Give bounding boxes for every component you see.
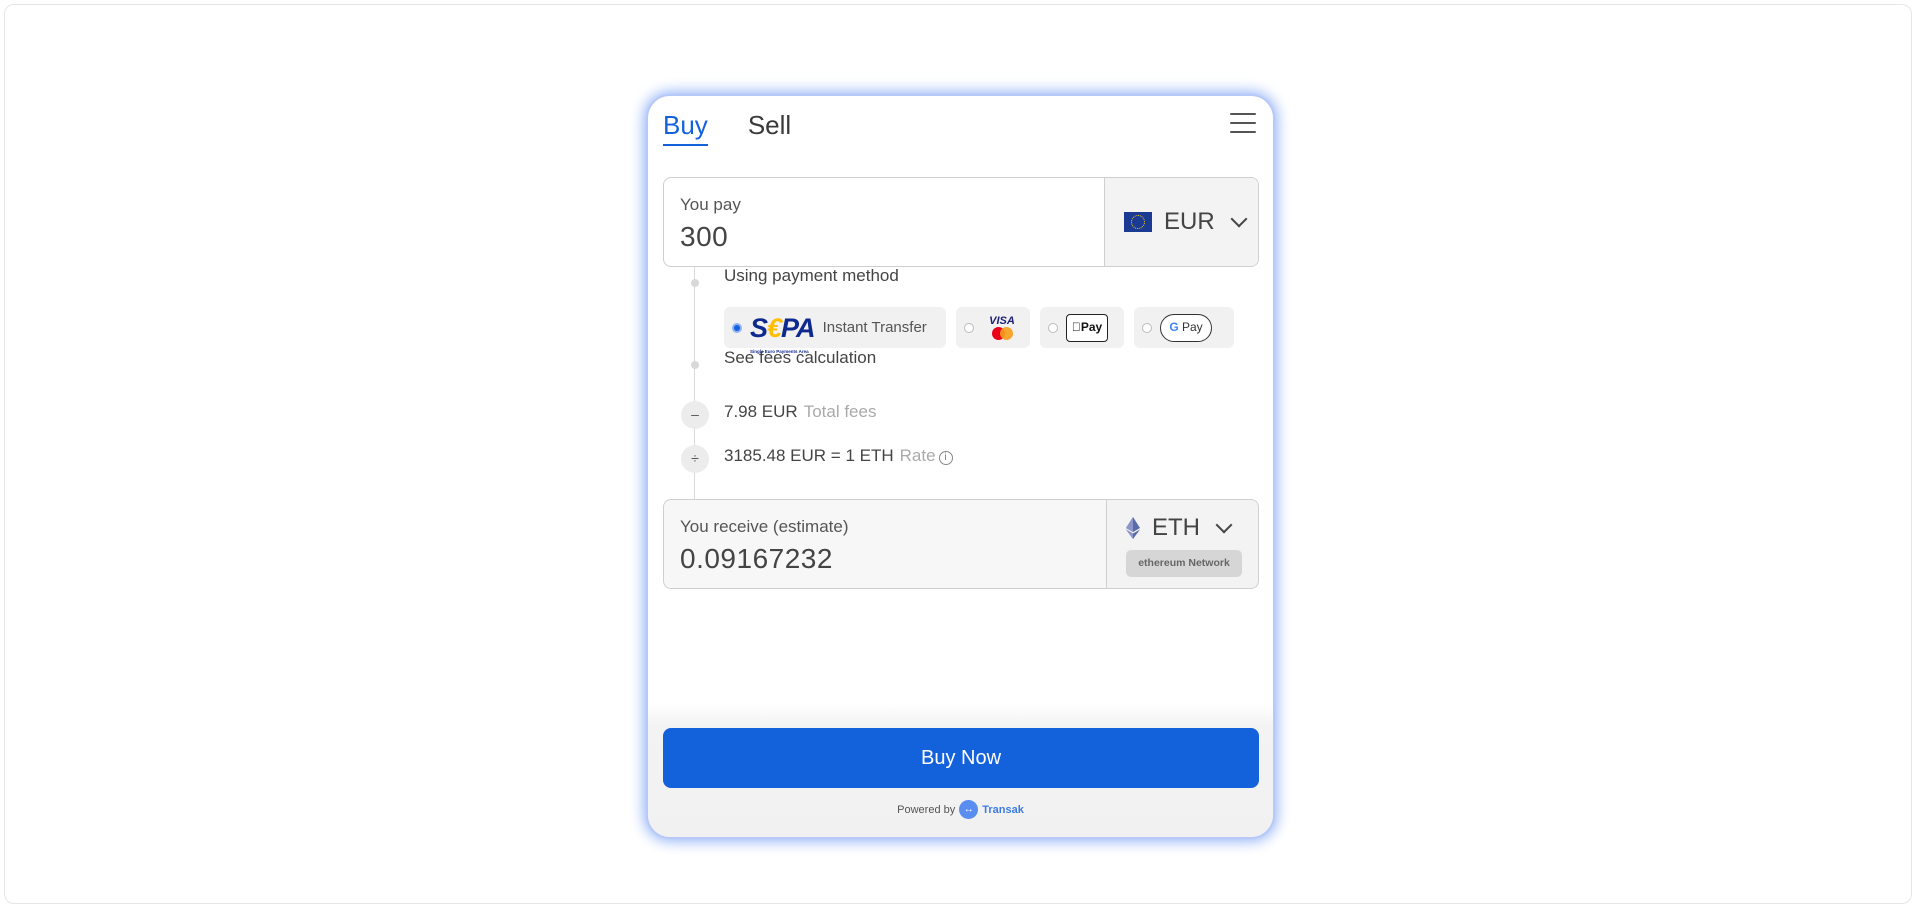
timeline-dot (691, 361, 699, 369)
payment-methods: S€PA Single Euro Payments Area Instant Tr… (724, 307, 1234, 354)
rate-label: Rate (899, 446, 936, 465)
pay-currency-code: EUR (1164, 208, 1215, 235)
sepa-logo: S€PA Single Euro Payments Area (750, 312, 816, 354)
receive-currency-row[interactable]: ETH (1126, 514, 1233, 542)
transak-logo-icon: ↔ (959, 800, 979, 819)
google-pay-logo: G Pay (1160, 313, 1212, 342)
chevron-down-icon (1215, 516, 1233, 534)
total-fees-value: 7.98 EUR (724, 402, 798, 421)
receive-amount-box: You receive (estimate) 0.09167232 ETH et… (663, 499, 1259, 589)
network-badge[interactable]: ethereum Network (1126, 550, 1242, 577)
see-fees-link[interactable]: See fees calculation (724, 348, 876, 368)
apple-pay-logo: Pay (1066, 313, 1108, 342)
radio[interactable] (1048, 322, 1058, 333)
total-fees-label: Total fees (803, 402, 877, 421)
powered-by: Powered by ↔ Transak (648, 800, 1273, 819)
pay-amount-field[interactable]: You pay 300 (680, 195, 741, 253)
rate-value: 3185.48 EUR = 1 ETH (724, 446, 894, 465)
info-icon[interactable]: i (938, 451, 953, 465)
radio[interactable] (1142, 322, 1152, 333)
radio-selected[interactable] (732, 322, 742, 333)
payment-method-card[interactable]: VISA (956, 307, 1030, 348)
payment-method-apple-pay[interactable]: Pay (1040, 307, 1124, 348)
pay-amount-input[interactable]: 300 (680, 221, 741, 253)
transak-brand[interactable]: Transak (982, 804, 1024, 816)
pay-amount-label: You pay (680, 195, 741, 214)
transak-widget: Buy Sell You pay 300 EUR Using payment m… (648, 96, 1273, 837)
chevron-down-icon (1230, 210, 1248, 228)
radio[interactable] (964, 322, 974, 333)
receive-currency-code: ETH (1152, 514, 1200, 541)
total-fees-row: 7.98 EUR Total fees (724, 402, 876, 422)
minus-icon: – (681, 401, 709, 429)
payment-method-google-pay[interactable]: G Pay (1134, 307, 1234, 348)
buy-now-button[interactable]: Buy Now (663, 728, 1259, 788)
eu-flag-icon (1124, 212, 1152, 232)
powered-by-label: Powered by (897, 803, 956, 816)
receive-amount-field: You receive (estimate) 0.09167232 (680, 517, 849, 575)
payment-method-sepa[interactable]: S€PA Single Euro Payments Area Instant Tr… (724, 307, 946, 354)
tab-buy[interactable]: Buy (663, 110, 708, 146)
payment-method-label: Using payment method (724, 266, 899, 285)
sepa-label: Instant Transfer (822, 319, 927, 336)
tab-sell[interactable]: Sell (748, 110, 791, 146)
receive-amount-label: You receive (estimate) (680, 517, 849, 536)
rate-row: 3185.48 EUR = 1 ETH Rate i (724, 446, 953, 466)
divide-icon: ÷ (681, 445, 709, 473)
hamburger-menu-icon[interactable] (1230, 113, 1256, 133)
timeline-dot (691, 279, 699, 287)
pay-currency-selector[interactable]: EUR (1104, 178, 1258, 266)
buy-sell-tabs: Buy Sell (663, 110, 791, 146)
visa-mastercard-logo: VISA (982, 315, 1022, 340)
ethereum-icon (1126, 517, 1140, 539)
receive-currency-selector[interactable]: ETH ethereum Network (1106, 500, 1258, 588)
pay-amount-box: You pay 300 EUR (663, 177, 1259, 267)
receive-amount-value: 0.09167232 (680, 543, 833, 574)
